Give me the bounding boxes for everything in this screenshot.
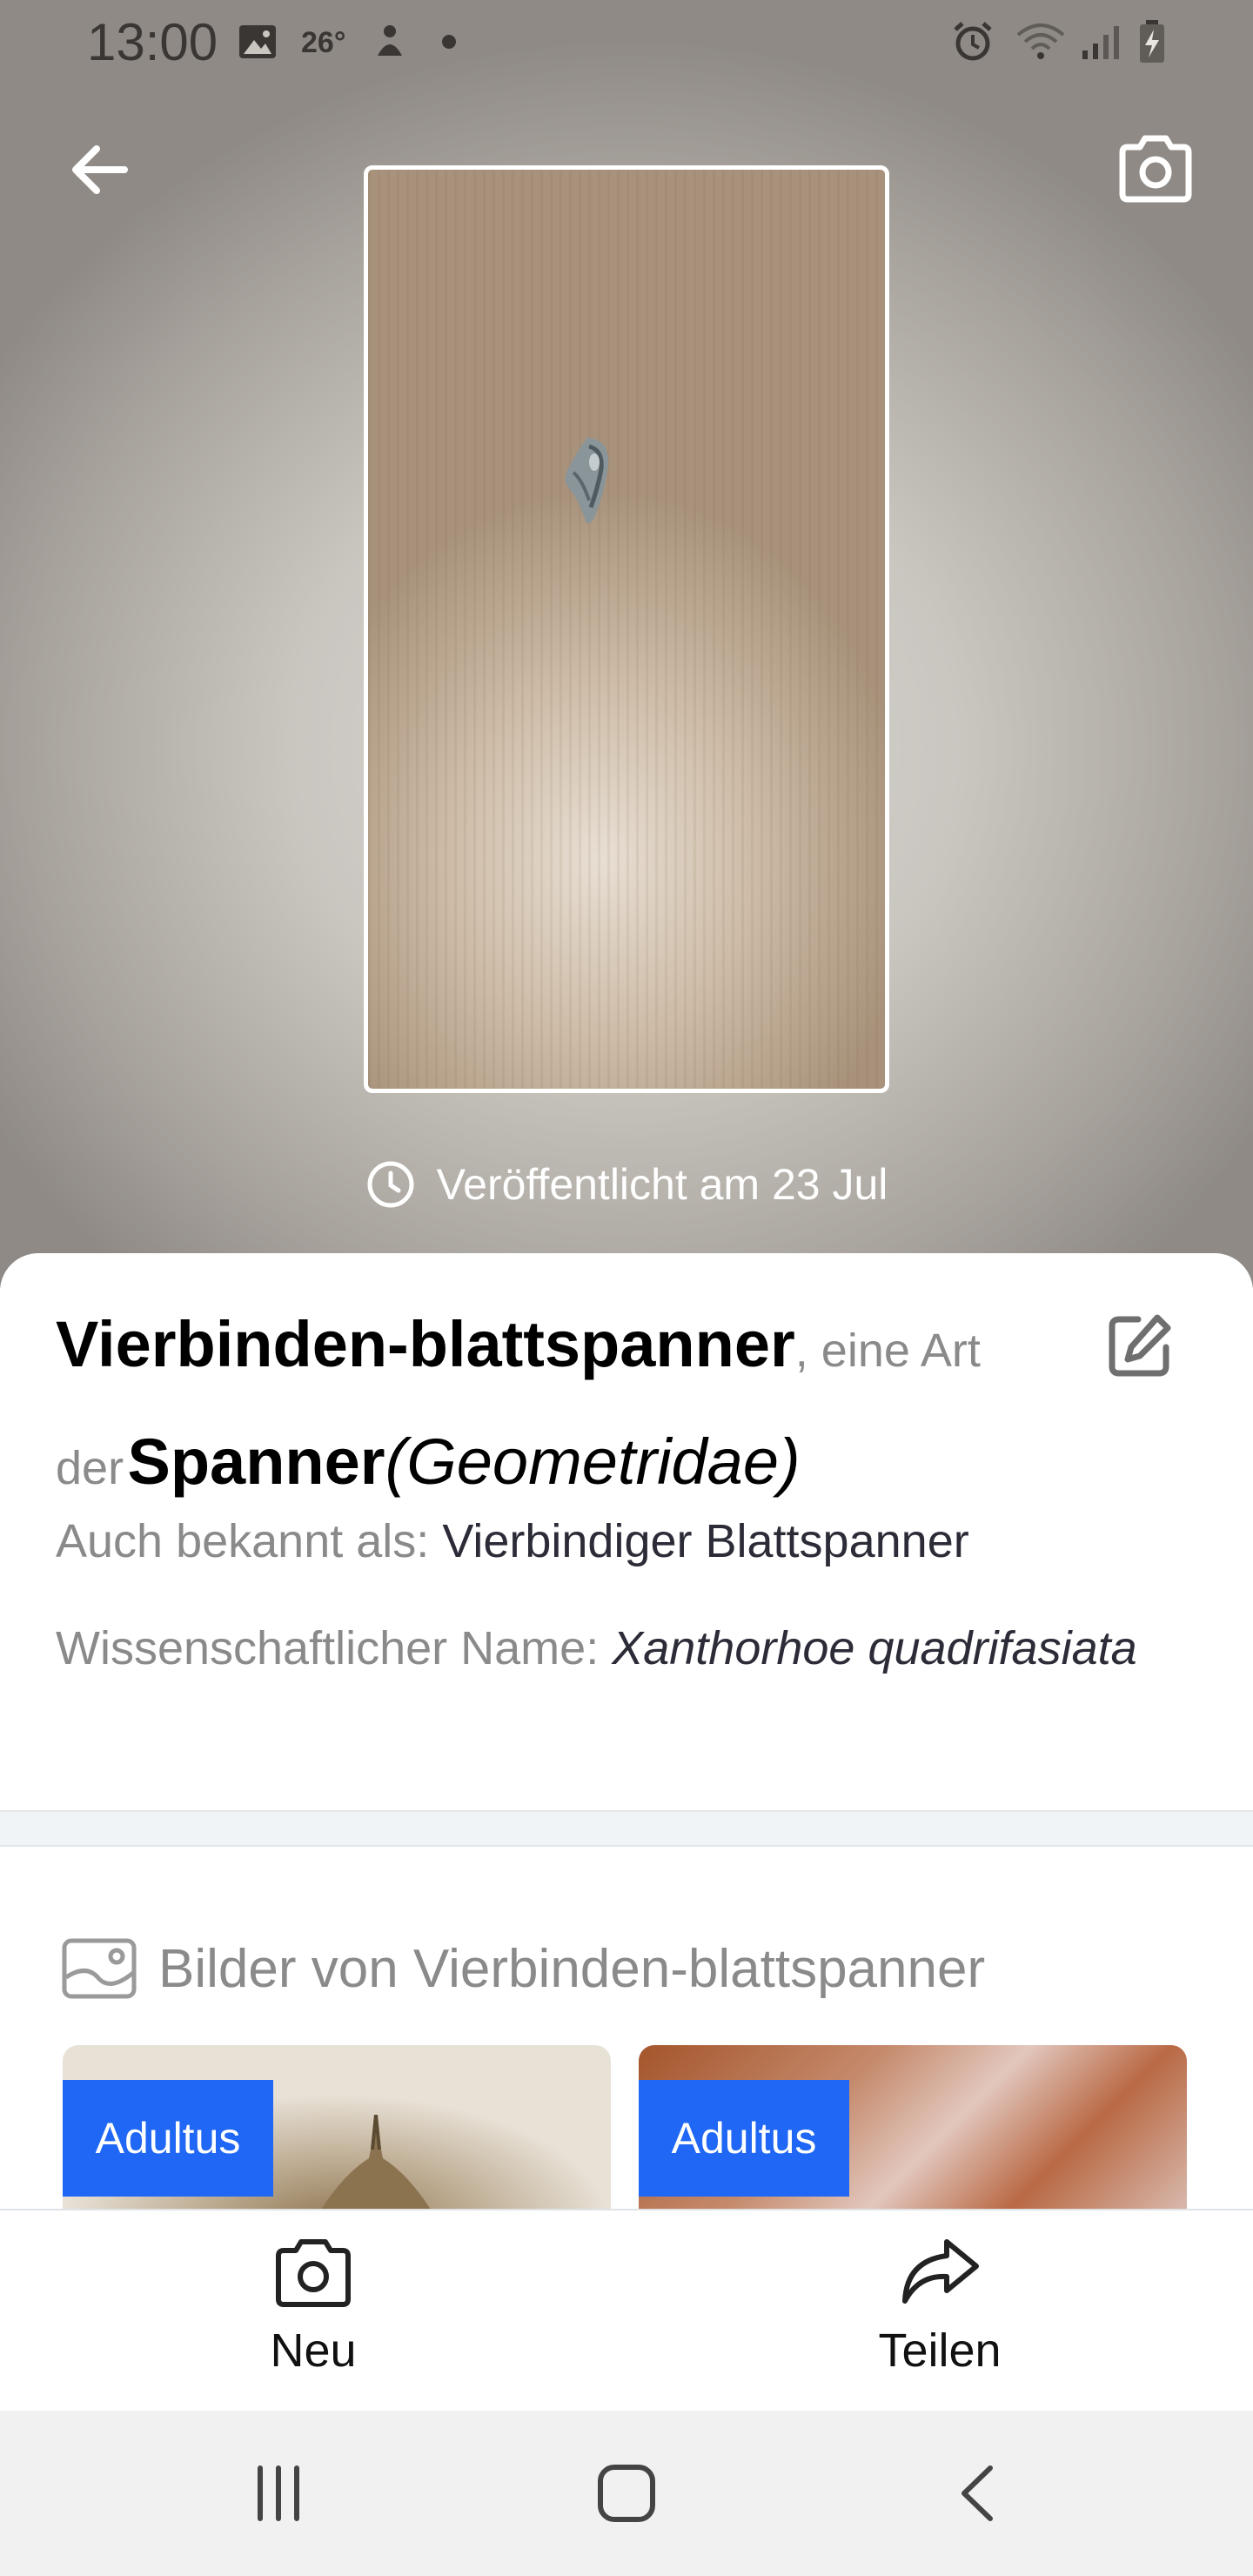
share-icon	[902, 2239, 979, 2304]
wifi-icon	[1015, 21, 1067, 63]
share-label: Teilen	[878, 2324, 1002, 2377]
stage-badge: Adultus	[63, 2080, 273, 2197]
species-group-latin: (Geometridae)	[385, 1426, 801, 1498]
sci-label: Wissenschaftlicher Name:	[56, 1622, 600, 1674]
recent-apps-icon	[258, 2465, 299, 2521]
new-observation-button[interactable]: Neu	[157, 2210, 470, 2412]
moth-image	[320, 2115, 432, 2210]
camera-icon	[276, 2239, 351, 2307]
system-nav-bar	[0, 2411, 1253, 2576]
image-icon	[237, 21, 278, 63]
edit-icon	[1109, 1314, 1171, 1377]
status-time: 13:00	[87, 13, 218, 71]
camera-icon	[1119, 135, 1192, 203]
section-divider	[0, 1810, 1253, 1847]
scientific-name: Wissenschaftlicher Name: Xanthorhoe quad…	[56, 1610, 1143, 1687]
system-back-button[interactable]	[926, 2445, 1030, 2541]
published-label: Veröffentlicht am 23 Jul	[436, 1160, 888, 1209]
gallery-header: Bilder von Vierbinden-blattspanner	[61, 1934, 985, 2003]
gallery-icon	[62, 1938, 137, 1999]
moth-image	[565, 438, 609, 524]
home-icon	[598, 2465, 655, 2522]
home-button[interactable]	[574, 2445, 679, 2541]
dot-icon	[440, 21, 458, 63]
also-known-as: Auch bekannt als: Vierbindiger Blattspan…	[56, 1514, 969, 1568]
status-temperature: 26°	[301, 26, 346, 59]
signal-icon	[1079, 21, 1122, 63]
edit-button[interactable]	[1105, 1311, 1175, 1380]
action-bar: Neu Teilen	[0, 2209, 1253, 2411]
observation-photo[interactable]	[364, 165, 889, 1093]
species-group-name[interactable]: Spanner	[128, 1426, 385, 1498]
status-bar: 13:00 26°	[0, 0, 1253, 84]
battery-icon	[1136, 20, 1168, 63]
new-label: Neu	[270, 2324, 357, 2377]
published-date: Veröffentlicht am 23 Jul	[0, 1154, 1253, 1215]
species-common-name[interactable]: Vierbinden-blattspanner	[56, 1308, 795, 1380]
share-button[interactable]: Teilen	[783, 2210, 1096, 2412]
species-kind-text-2: der	[56, 1442, 124, 1494]
chevron-left-icon	[962, 2465, 993, 2521]
species-title: Vierbinden-blattspanner, eine Art der Sp…	[56, 1295, 1048, 1530]
aka-label: Auch bekannt als:	[56, 1515, 430, 1567]
recent-apps-button[interactable]	[226, 2445, 331, 2541]
camera-button[interactable]	[1114, 129, 1197, 207]
back-button[interactable]	[59, 131, 137, 209]
aka-value: Vierbindiger Blattspanner	[442, 1515, 969, 1567]
stage-badge: Adultus	[639, 2080, 849, 2197]
arrow-left-icon	[72, 145, 128, 194]
sci-value: Xanthorhoe quadrifasiata	[612, 1622, 1137, 1674]
gallery-image[interactable]: Adultus	[63, 2045, 611, 2210]
notification-icon	[369, 21, 411, 63]
clock-icon	[367, 1161, 414, 1208]
alarm-icon	[950, 21, 995, 63]
gallery-image[interactable]: Adultus	[639, 2045, 1187, 2210]
hero-background: 13:00 26° Veröffentlicht am 23 Jul	[0, 0, 1253, 1288]
species-kind-text: , eine Art	[794, 1325, 981, 1377]
gallery-title: Bilder von Vierbinden-blattspanner	[158, 1938, 986, 1999]
